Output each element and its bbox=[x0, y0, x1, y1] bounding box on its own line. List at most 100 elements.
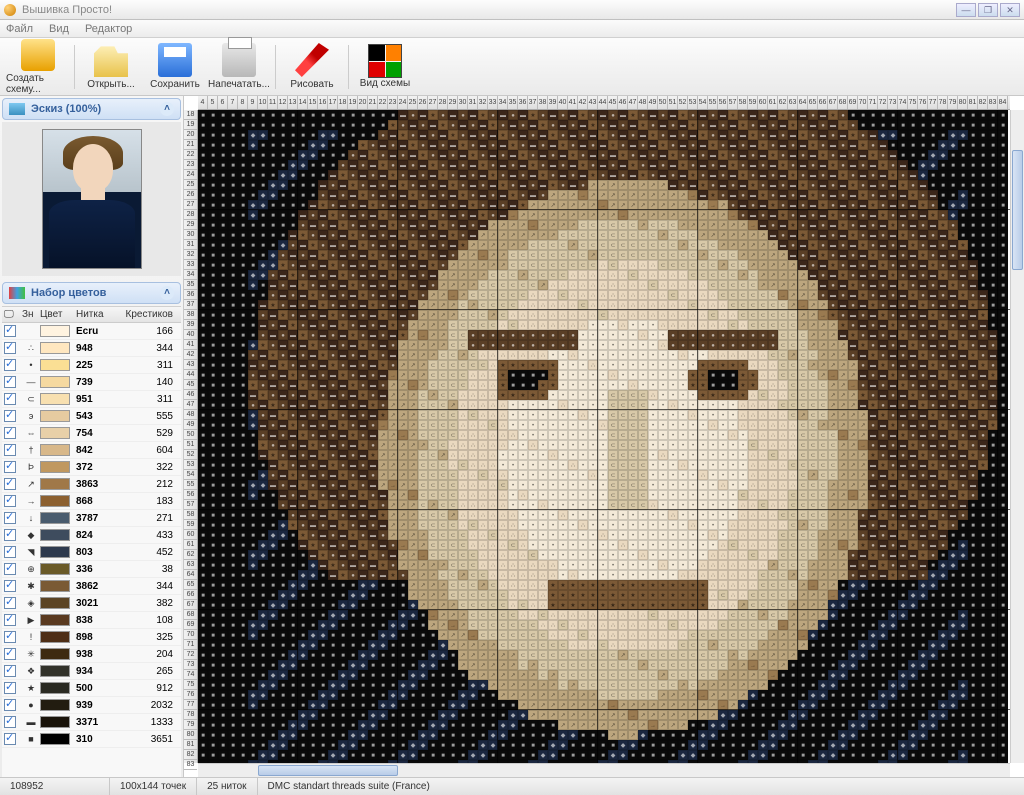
color-row[interactable]: ✳938204 bbox=[2, 646, 181, 663]
color-row[interactable]: Þ372322 bbox=[2, 459, 181, 476]
menu-editor[interactable]: Редактор bbox=[85, 23, 132, 35]
color-row[interactable]: ★500912 bbox=[2, 680, 181, 697]
check-icon[interactable] bbox=[4, 376, 16, 388]
color-row[interactable]: э543555 bbox=[2, 408, 181, 425]
check-icon[interactable] bbox=[4, 410, 16, 422]
check-icon[interactable] bbox=[4, 580, 16, 592]
check-icon[interactable] bbox=[4, 682, 16, 694]
toolbar: Создать схему... Открыть... Сохранить На… bbox=[0, 38, 1024, 96]
check-icon[interactable] bbox=[4, 478, 16, 490]
color-row[interactable]: •225311 bbox=[2, 357, 181, 374]
check-icon[interactable] bbox=[4, 359, 16, 371]
check-icon[interactable] bbox=[4, 699, 16, 711]
pattern-grid[interactable]: ■■■■■■■■■■■■■■■■■■■■▬●▬★●▬●▬★●▬●▬★●▬●▬★●… bbox=[198, 110, 1010, 763]
check-icon[interactable] bbox=[4, 563, 16, 575]
color-swatch bbox=[40, 342, 70, 354]
scroll-thumb[interactable] bbox=[1012, 150, 1023, 270]
check-icon[interactable] bbox=[4, 512, 16, 524]
create-scheme-label: Создать схему... bbox=[6, 73, 70, 95]
check-icon[interactable] bbox=[4, 648, 16, 660]
stitch-count: 311 bbox=[116, 394, 179, 405]
check-icon[interactable] bbox=[4, 393, 16, 405]
color-row[interactable]: ▶838108 bbox=[2, 612, 181, 629]
check-icon[interactable] bbox=[4, 716, 16, 728]
main-area: Эскиз (100%) ˄ Набор цветов ˄ 🖵 Зн Цвет … bbox=[0, 96, 1024, 777]
color-swatch bbox=[40, 597, 70, 609]
thread-code: 336 bbox=[76, 564, 116, 575]
maximize-button[interactable]: ❐ bbox=[978, 3, 998, 17]
scroll-thumb[interactable] bbox=[258, 765, 398, 776]
check-icon[interactable] bbox=[4, 614, 16, 626]
thread-code: 938 bbox=[76, 649, 116, 660]
thread-code: 824 bbox=[76, 530, 116, 541]
check-icon[interactable] bbox=[4, 461, 16, 473]
stitch-count: 212 bbox=[116, 479, 179, 490]
color-symbol: Þ bbox=[22, 462, 40, 472]
stitch-count: 344 bbox=[116, 343, 179, 354]
save-button[interactable]: Сохранить bbox=[143, 39, 207, 95]
color-row[interactable]: →868183 bbox=[2, 493, 181, 510]
color-symbol: ! bbox=[22, 632, 40, 642]
scheme-view-label: Вид схемы bbox=[360, 78, 410, 89]
image-icon bbox=[9, 103, 25, 115]
color-symbol: ★ bbox=[22, 683, 40, 694]
scrollbar-horizontal[interactable] bbox=[198, 763, 1010, 777]
folder-open-icon bbox=[94, 43, 128, 77]
scheme-view-button[interactable]: Вид схемы bbox=[353, 39, 417, 95]
color-row[interactable]: ↓3787271 bbox=[2, 510, 181, 527]
color-row[interactable]: ▬33711333 bbox=[2, 714, 181, 731]
check-icon[interactable] bbox=[4, 529, 16, 541]
status-coord: 108952 bbox=[0, 778, 110, 795]
pen-icon bbox=[295, 43, 329, 77]
color-row[interactable]: ⊕33638 bbox=[2, 561, 181, 578]
color-row[interactable]: !898325 bbox=[2, 629, 181, 646]
color-row[interactable]: ●9392032 bbox=[2, 697, 181, 714]
create-scheme-button[interactable]: Создать схему... bbox=[6, 39, 70, 95]
chevron-up-icon[interactable]: ˄ bbox=[160, 286, 174, 300]
check-icon[interactable] bbox=[4, 597, 16, 609]
check-icon[interactable] bbox=[4, 631, 16, 643]
check-icon[interactable] bbox=[4, 427, 16, 439]
draw-button[interactable]: Рисовать bbox=[280, 39, 344, 95]
color-swatch bbox=[40, 512, 70, 524]
check-icon[interactable] bbox=[4, 495, 16, 507]
stitch-count: 311 bbox=[116, 360, 179, 371]
color-row[interactable]: ⊂951311 bbox=[2, 391, 181, 408]
print-button[interactable]: Напечатать... bbox=[207, 39, 271, 95]
color-symbol: ⇔ bbox=[22, 428, 40, 438]
color-row[interactable]: ◆824433 bbox=[2, 527, 181, 544]
color-row[interactable]: ↗3863212 bbox=[2, 476, 181, 493]
thread-code: 372 bbox=[76, 462, 116, 473]
stitch-count: 204 bbox=[116, 649, 179, 660]
minimize-button[interactable]: — bbox=[956, 3, 976, 17]
stitch-count: 604 bbox=[116, 445, 179, 456]
check-icon[interactable] bbox=[4, 733, 16, 745]
check-icon[interactable] bbox=[4, 665, 16, 677]
check-icon[interactable] bbox=[4, 546, 16, 558]
color-row[interactable]: Ecru166 bbox=[2, 323, 181, 340]
check-icon[interactable] bbox=[4, 342, 16, 354]
menu-view[interactable]: Вид bbox=[49, 23, 69, 35]
color-row[interactable]: ◈3021382 bbox=[2, 595, 181, 612]
color-row[interactable]: ❖934265 bbox=[2, 663, 181, 680]
color-swatch bbox=[40, 546, 70, 558]
close-button[interactable]: ✕ bbox=[1000, 3, 1020, 17]
thread-code: 3787 bbox=[76, 513, 116, 524]
open-button[interactable]: Открыть... bbox=[79, 39, 143, 95]
colors-panel-header[interactable]: Набор цветов ˄ bbox=[2, 282, 181, 304]
color-row[interactable]: —739140 bbox=[2, 374, 181, 391]
chevron-up-icon[interactable]: ˄ bbox=[160, 102, 174, 116]
check-icon[interactable] bbox=[4, 444, 16, 456]
color-list-header: 🖵 Зн Цвет Нитка Крестиков bbox=[2, 307, 181, 323]
sketch-panel-header[interactable]: Эскиз (100%) ˄ bbox=[2, 98, 181, 120]
color-row[interactable]: ⇔754529 bbox=[2, 425, 181, 442]
color-row[interactable]: †842604 bbox=[2, 442, 181, 459]
color-row[interactable]: ∴948344 bbox=[2, 340, 181, 357]
color-row[interactable]: ◥803452 bbox=[2, 544, 181, 561]
color-row[interactable]: ■3103651 bbox=[2, 731, 181, 748]
color-row[interactable]: ✱3862344 bbox=[2, 578, 181, 595]
check-icon[interactable] bbox=[4, 325, 16, 337]
scrollbar-vertical[interactable] bbox=[1010, 110, 1024, 763]
sketch-thumbnail[interactable] bbox=[42, 129, 142, 269]
menu-file[interactable]: Файл bbox=[6, 23, 33, 35]
